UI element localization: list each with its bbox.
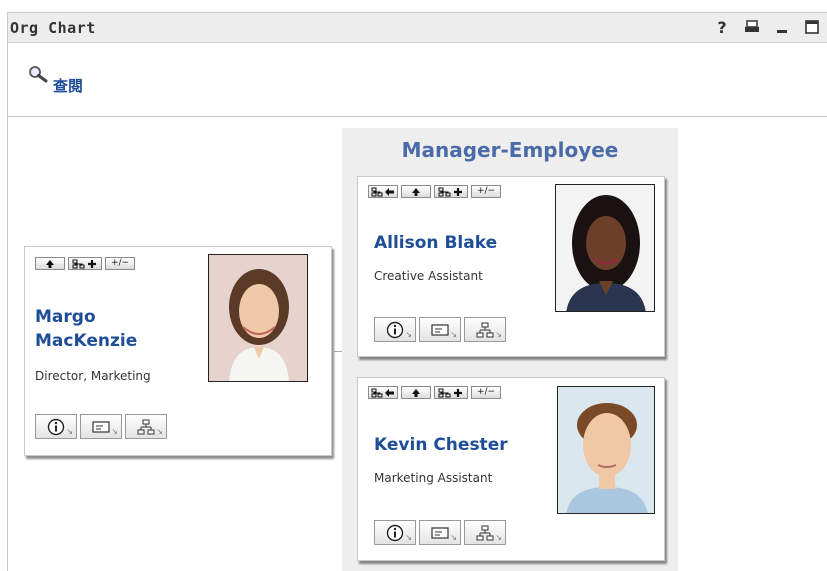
expand-collapse-button[interactable]: +/− [471, 185, 501, 198]
email-icon [92, 420, 110, 433]
person-first-name: Margo [35, 307, 96, 327]
panel-title: Manager-Employee [401, 138, 619, 162]
org-chart-button[interactable]: ↘ [125, 414, 167, 439]
expand-collapse-button[interactable]: +/− [471, 386, 501, 399]
view-link-label: 查閱 [53, 77, 84, 95]
title-bar-icons: ? [714, 18, 820, 37]
go-to-manager-button[interactable] [368, 185, 398, 198]
add-org-button[interactable] [434, 185, 468, 198]
info-icon [386, 524, 404, 541]
person-photo [208, 254, 308, 382]
add-org-icon [438, 187, 462, 196]
info-button[interactable]: ↘ [374, 520, 416, 545]
help-icon[interactable]: ? [714, 18, 730, 37]
go-to-manager-icon [371, 388, 394, 397]
add-org-icon [72, 259, 96, 268]
up-arrow-icon [412, 187, 420, 196]
card-button-row: ↘ ↘ ↘ [374, 317, 506, 342]
window-title: Org Chart [10, 19, 96, 37]
card-button-row: ↘ ↘ ↘ [35, 414, 167, 439]
info-button[interactable]: ↘ [374, 317, 416, 342]
info-icon [386, 321, 404, 338]
email-button[interactable]: ↘ [419, 520, 461, 545]
up-arrow-button[interactable] [401, 185, 431, 198]
person-role: Marketing Assistant [374, 471, 493, 485]
up-arrow-button[interactable] [401, 386, 431, 399]
info-icon [47, 418, 65, 435]
org-chart-button[interactable]: ↘ [464, 317, 506, 342]
org-chart-icon [476, 322, 494, 337]
minimize-icon[interactable] [774, 18, 790, 36]
card-action-row: +/− [368, 386, 501, 399]
add-org-button[interactable] [68, 257, 102, 270]
person-role: Director, Marketing [35, 369, 151, 383]
view-bar: 查閱 [8, 43, 827, 117]
person-photo [557, 386, 655, 514]
person-card: +/− Kevin Chester Marketing Assistant ↘ … [357, 377, 665, 561]
person-name[interactable]: Kevin Chester [374, 433, 508, 457]
up-arrow-icon [412, 388, 420, 397]
magnifier-icon [28, 65, 50, 89]
person-photo [555, 184, 655, 312]
email-button[interactable]: ↘ [80, 414, 122, 439]
org-chart-button[interactable]: ↘ [464, 520, 506, 545]
go-to-manager-button[interactable] [368, 386, 398, 399]
print-icon[interactable] [744, 18, 760, 36]
info-button[interactable]: ↘ [35, 414, 77, 439]
title-bar: Org Chart ? [8, 13, 827, 43]
view-link[interactable]: 查閱 [28, 65, 83, 96]
person-name[interactable]: Margo MacKenzie [35, 305, 137, 353]
person-card: +/− Allison Blake Creative Assistant ↘ ↘… [357, 176, 665, 357]
up-arrow-button[interactable] [35, 257, 65, 270]
add-org-icon [438, 388, 462, 397]
person-role: Creative Assistant [374, 269, 483, 283]
up-arrow-icon [46, 259, 54, 268]
org-chart-window: Org Chart ? 查閱 Manager-Employee +/− Marg… [7, 12, 827, 571]
maximize-icon[interactable] [804, 18, 820, 36]
add-org-button[interactable] [434, 386, 468, 399]
go-to-manager-icon [371, 187, 394, 196]
card-action-row: +/− [35, 257, 135, 270]
person-name[interactable]: Allison Blake [374, 231, 497, 255]
card-action-row: +/− [368, 185, 501, 198]
email-button[interactable]: ↘ [419, 317, 461, 342]
org-chart-icon [476, 525, 494, 540]
person-card: +/− Margo MacKenzie Director, Marketing … [24, 246, 332, 456]
org-chart-icon [137, 419, 155, 434]
person-last-name: MacKenzie [35, 331, 138, 351]
expand-collapse-button[interactable]: +/− [105, 257, 135, 270]
email-icon [431, 526, 449, 539]
email-icon [431, 323, 449, 336]
card-button-row: ↘ ↘ ↘ [374, 520, 506, 545]
